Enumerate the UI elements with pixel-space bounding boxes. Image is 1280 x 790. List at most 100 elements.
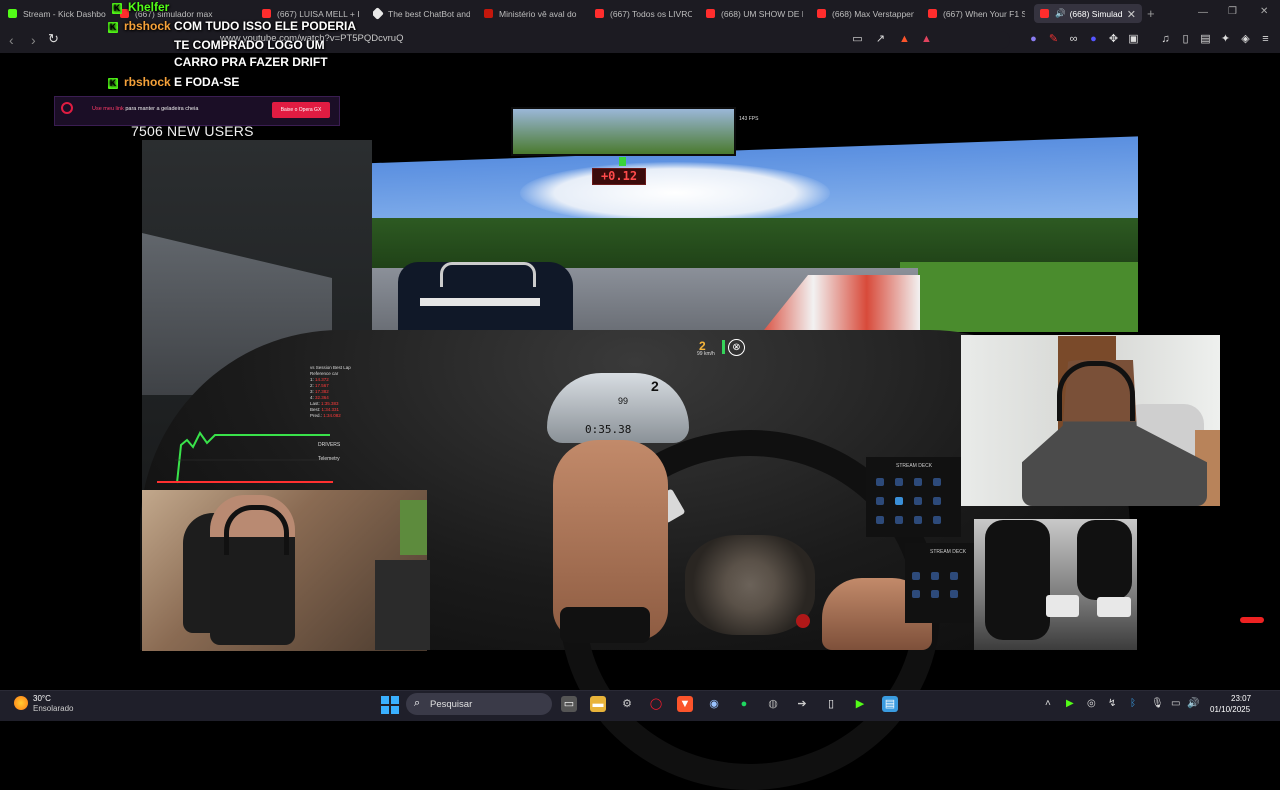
window-close-icon[interactable]: ✕ bbox=[1260, 6, 1268, 17]
hud-rpm-bar bbox=[722, 340, 725, 354]
chat-username: rbshock bbox=[124, 75, 171, 89]
extension-icon[interactable]: ● bbox=[1027, 33, 1040, 46]
stream-deck-key bbox=[933, 478, 941, 486]
g1-icon bbox=[484, 9, 493, 18]
music-icon[interactable]: ♫ bbox=[1159, 33, 1172, 46]
tray-app-icon[interactable]: ◎ bbox=[1087, 698, 1096, 709]
brave-browser-icon[interactable]: ▼ bbox=[677, 696, 693, 712]
tab-youtube[interactable]: (667) When Your F1 S bbox=[928, 4, 1025, 23]
tray-app-icon[interactable]: ▶ bbox=[1066, 698, 1074, 709]
delta-time: +0.12 bbox=[592, 168, 646, 185]
brave-shield-icon[interactable]: ▲ bbox=[898, 33, 911, 46]
tray-app-icon[interactable]: ↯ bbox=[1108, 698, 1116, 709]
show-hidden-icons-icon[interactable]: ˄ bbox=[1045, 698, 1051, 709]
download-opera-gx-button[interactable]: Baixe o Opera GX bbox=[272, 102, 330, 118]
search-icon: ⌕ bbox=[414, 697, 421, 709]
leo-ai-icon[interactable]: ✦ bbox=[1219, 33, 1232, 46]
kick-badge-icon: K bbox=[112, 3, 122, 14]
stream-deck-key bbox=[895, 497, 903, 505]
extension-icon[interactable]: ✎ bbox=[1047, 33, 1060, 46]
volume-icon[interactable]: 🔊 bbox=[1187, 698, 1199, 709]
search-placeholder: Pesquisar bbox=[430, 699, 473, 710]
kick-badge-icon: K bbox=[108, 78, 118, 89]
weather-temperature[interactable]: 30°C bbox=[33, 694, 51, 703]
opera-gx-logo-icon bbox=[61, 102, 73, 114]
extensions-puzzle-icon[interactable]: ✥ bbox=[1107, 33, 1120, 46]
windows-start-icon[interactable] bbox=[381, 696, 399, 714]
clock-time[interactable]: 23:07 bbox=[1231, 694, 1251, 703]
extension-icon[interactable]: ∞ bbox=[1067, 33, 1080, 46]
tab-youtube[interactable]: (668) Max Verstappen bbox=[817, 4, 914, 23]
chat-username: rbshock bbox=[124, 19, 171, 33]
pedals-cam-shoe bbox=[985, 520, 1050, 640]
facecam-driver-screen bbox=[400, 500, 427, 555]
media-player-icon[interactable]: ▶ bbox=[852, 696, 868, 712]
app-icon[interactable]: ▤ bbox=[882, 696, 898, 712]
minimize-icon[interactable]: — bbox=[1198, 7, 1208, 18]
weather-description[interactable]: Ensolarado bbox=[33, 704, 73, 713]
reload-icon[interactable]: ↻ bbox=[48, 31, 59, 47]
stream-deck-key bbox=[933, 497, 941, 505]
taskbar-search[interactable] bbox=[406, 693, 552, 715]
wristwatch bbox=[560, 607, 650, 643]
microphone-icon[interactable]: 🎙 bbox=[1151, 698, 1164, 709]
network-icon[interactable]: ▭ bbox=[1171, 698, 1180, 709]
notepad-icon[interactable]: ▯ bbox=[823, 696, 839, 712]
chat-message: K Khelfer bbox=[112, 0, 169, 14]
opera-gx-icon[interactable]: ◯ bbox=[648, 696, 664, 712]
steering-wheel-icon: ⊗ bbox=[728, 339, 745, 356]
graph-label: Telemetry bbox=[318, 456, 340, 462]
chat-message: TE COMPRADO LOGO UM bbox=[174, 38, 325, 52]
stream-deck-key bbox=[914, 497, 922, 505]
clock-date[interactable]: 01/10/2025 bbox=[1210, 705, 1250, 714]
settings-icon[interactable]: ⚙ bbox=[619, 696, 635, 712]
delta-indicator-bar bbox=[619, 157, 626, 166]
tab-youtube-active[interactable]: 🔊 (668) Simulad ✕ bbox=[1034, 4, 1142, 23]
brave-rewards-icon[interactable]: ▲ bbox=[920, 33, 933, 46]
tab-kick-dashboard[interactable]: Stream - Kick Dashbo bbox=[8, 4, 106, 23]
forward-icon[interactable]: › bbox=[31, 32, 36, 48]
tab-youtube[interactable]: (668) UM SHOW DE R bbox=[706, 4, 803, 23]
tab-chatbot[interactable]: The best ChatBot and bbox=[373, 4, 470, 23]
share-icon[interactable]: ↗ bbox=[874, 33, 887, 46]
stream-deck-key bbox=[931, 590, 939, 598]
tab-youtube[interactable]: (667) Todos os LIVRO bbox=[595, 4, 692, 23]
youtube-icon bbox=[817, 9, 826, 18]
task-view-icon[interactable]: ▭ bbox=[561, 696, 577, 712]
tab-label: (668) Max Verstappen bbox=[832, 8, 914, 19]
pedal-plate bbox=[1097, 597, 1131, 617]
recording-indicator bbox=[1240, 617, 1264, 623]
sponsor-link[interactable]: Use meu link bbox=[92, 106, 124, 112]
bluetooth-icon[interactable]: ᛒ bbox=[1130, 698, 1136, 709]
stream-deck-key bbox=[895, 516, 903, 524]
tab-label: (668) Simulad bbox=[1069, 8, 1123, 19]
youtube-icon bbox=[928, 9, 937, 18]
gauge-laptime: 0:35.38 bbox=[585, 423, 632, 436]
tab-g1-news[interactable]: Ministério vê aval do bbox=[484, 4, 581, 23]
menu-icon[interactable]: ≡ bbox=[1259, 33, 1272, 46]
game-grass bbox=[900, 262, 1138, 332]
new-tab-button[interactable]: + bbox=[1147, 6, 1155, 21]
spotify-icon[interactable]: ● bbox=[736, 696, 752, 712]
file-explorer-icon[interactable]: ▬ bbox=[590, 696, 606, 712]
steam-icon[interactable]: ◉ bbox=[706, 696, 722, 712]
wallet-icon[interactable]: ▤ bbox=[1199, 33, 1212, 46]
rival-car-rollcage bbox=[440, 262, 536, 287]
cast-icon[interactable]: ▭ bbox=[851, 33, 864, 46]
chatbot-icon bbox=[373, 7, 384, 20]
extension-icon[interactable]: ● bbox=[1087, 33, 1100, 46]
back-icon[interactable]: ‹ bbox=[9, 32, 14, 48]
gauge-gear: 2 bbox=[651, 378, 659, 394]
screenshot-icon[interactable]: ▣ bbox=[1127, 33, 1140, 46]
youtube-icon bbox=[262, 9, 271, 18]
new-users-counter: 7506 NEW USERS bbox=[131, 123, 254, 139]
app-icon[interactable]: ◍ bbox=[765, 696, 781, 712]
sponsor-banner-text: Use meu link para manter a geladeira che… bbox=[92, 106, 198, 112]
sidebar-icon[interactable]: ▯ bbox=[1179, 33, 1192, 46]
chat-username: Khelfer bbox=[128, 0, 170, 14]
weather-sun-icon[interactable] bbox=[14, 696, 28, 710]
vpn-shield-icon[interactable]: ◈ bbox=[1239, 33, 1252, 46]
maximize-icon[interactable]: ❐ bbox=[1228, 6, 1237, 17]
app-icon[interactable]: ➔ bbox=[794, 696, 810, 712]
close-icon[interactable]: ✕ bbox=[1127, 8, 1136, 21]
